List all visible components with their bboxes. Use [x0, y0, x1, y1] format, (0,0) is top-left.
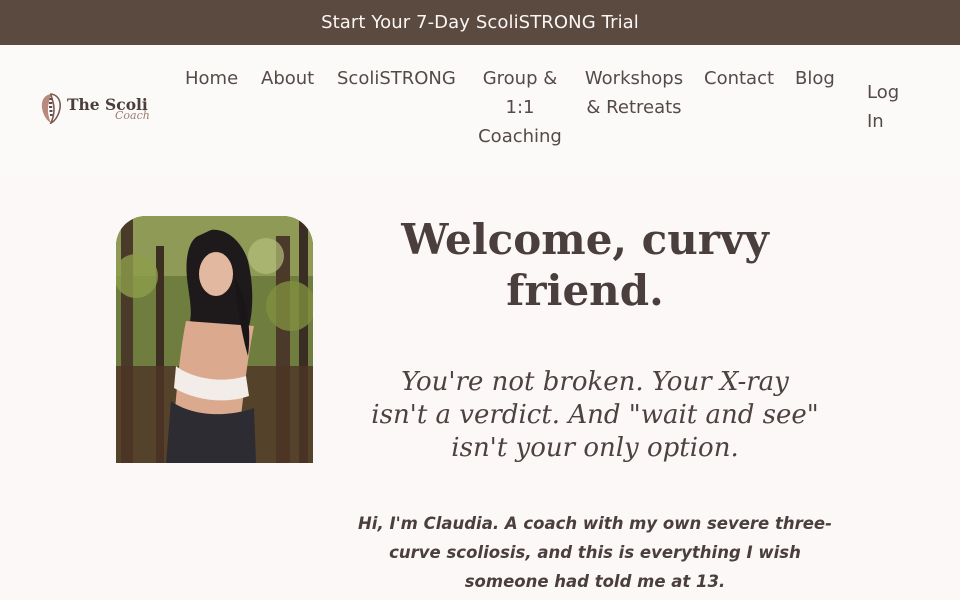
- nav-coaching-line3: Coaching: [478, 126, 562, 147]
- nav-coaching-line1: Group &: [482, 68, 558, 89]
- hero-headline-line1: Welcome, curvy: [401, 215, 769, 264]
- site-logo[interactable]: The Scoli Coach: [38, 88, 158, 128]
- nav-workshops-line2: & Retreats: [586, 97, 682, 118]
- hero-intro-line2: curve scoliosis, and this is everything …: [389, 543, 801, 562]
- promo-bar: Start Your 7-Day ScoliSTRONG Trial: [0, 0, 960, 45]
- logo-wordmark: The Scoli Coach: [67, 91, 157, 125]
- logo-script-text: Coach: [115, 109, 150, 122]
- hero-headline: Welcome, curvy friend.: [400, 214, 770, 316]
- nav-about[interactable]: About: [261, 64, 314, 93]
- site-header: The Scoli Coach Home About ScoliSTRONG G…: [0, 45, 960, 175]
- hero-subheading-line3: isn't your only option.: [451, 433, 739, 463]
- hero-subheading-line2: isn't a verdict. And "wait and see": [371, 400, 819, 430]
- nav-home[interactable]: Home: [185, 64, 238, 93]
- hero-intro-text: Hi, I'm Claudia. A coach with my own sev…: [335, 509, 855, 596]
- spine-logo-icon: [41, 93, 61, 124]
- hero-headline-line2: friend.: [506, 266, 664, 315]
- nav-workshops[interactable]: Workshops & Retreats: [580, 64, 688, 122]
- nav-about-label: About: [261, 68, 315, 89]
- nav-contact-label: Contact: [704, 68, 775, 89]
- nav-login-line1: Log: [867, 82, 900, 103]
- hero-intro-line3: someone had told me at 13.: [464, 572, 726, 591]
- nav-coaching-line2: 1:1: [505, 97, 535, 118]
- nav-scolistrong-label: ScoliSTRONG: [337, 68, 456, 89]
- nav-login[interactable]: Log In: [867, 78, 899, 136]
- nav-home-label: Home: [185, 68, 239, 89]
- hero-subheading: You're not broken. Your X-ray isn't a ve…: [335, 366, 855, 465]
- nav-contact[interactable]: Contact: [704, 64, 774, 93]
- nav-workshops-line1: Workshops: [584, 68, 684, 89]
- nav-scolistrong[interactable]: ScoliSTRONG: [337, 64, 456, 93]
- coach-photo: [116, 216, 313, 463]
- hero-subheading-line1: You're not broken. Your X-ray: [401, 367, 789, 397]
- nav-login-line2: In: [867, 111, 884, 132]
- promo-trial-link[interactable]: Start Your 7-Day ScoliSTRONG Trial: [321, 12, 639, 33]
- nav-coaching[interactable]: Group & 1:1 Coaching: [472, 64, 568, 151]
- nav-blog[interactable]: Blog: [795, 64, 835, 93]
- hero-intro-line1: Hi, I'm Claudia. A coach with my own sev…: [358, 514, 832, 533]
- nav-blog-label: Blog: [795, 68, 835, 89]
